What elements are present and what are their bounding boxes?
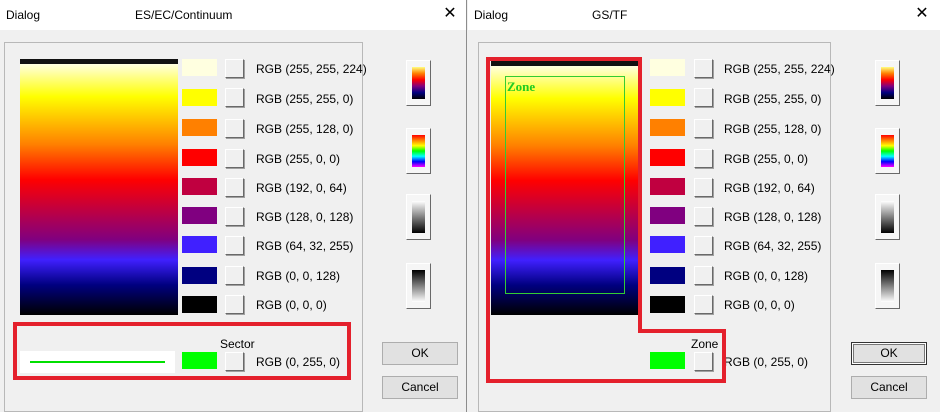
highlight-box bbox=[13, 322, 351, 380]
color-picker-button[interactable] bbox=[225, 149, 244, 168]
rgb-label: RGB (0, 0, 128) bbox=[256, 269, 341, 283]
color-swatch bbox=[182, 178, 217, 195]
rgb-label: RGB (192, 0, 64) bbox=[256, 181, 347, 195]
color-scale-preview bbox=[20, 59, 178, 315]
color-swatch bbox=[182, 267, 217, 284]
rgb-label: RGB (64, 32, 255) bbox=[256, 239, 354, 253]
rgb-label: RGB (255, 255, 0) bbox=[256, 92, 354, 106]
color-swatch bbox=[182, 59, 217, 76]
rgb-label: RGB (255, 0, 0) bbox=[256, 152, 341, 166]
ok-button[interactable]: OK bbox=[382, 342, 458, 365]
rgb-label: RGB (128, 0, 128) bbox=[256, 210, 354, 224]
color-picker-button[interactable] bbox=[225, 59, 244, 78]
dialog-es-ec-continuum: Dialog ES/EC/Continuum ✕ RGB (255, 255, … bbox=[0, 0, 467, 412]
title-bar: Dialog ES/EC/Continuum ✕ bbox=[0, 0, 466, 30]
color-swatch bbox=[182, 207, 217, 224]
color-swatch bbox=[182, 149, 217, 166]
color-picker-button[interactable] bbox=[225, 88, 244, 107]
cancel-button[interactable]: Cancel bbox=[382, 376, 458, 399]
color-picker-button[interactable] bbox=[225, 295, 244, 314]
dialog-gs-tf: Dialog GS/TF ✕ Zone RGB (255, 255, 224) … bbox=[468, 0, 940, 412]
dialog-title: ES/EC/Continuum bbox=[135, 8, 233, 22]
rgb-label: RGB (255, 255, 224) bbox=[256, 62, 367, 76]
color-swatch bbox=[182, 296, 217, 313]
rgb-label: RGB (255, 128, 0) bbox=[256, 122, 354, 136]
color-swatch bbox=[182, 89, 217, 106]
black-to-white-palette-icon[interactable] bbox=[406, 263, 431, 309]
window-label: Dialog bbox=[6, 8, 41, 22]
rainbow-palette-icon[interactable] bbox=[406, 128, 431, 174]
color-picker-button[interactable] bbox=[225, 266, 244, 285]
color-picker-button[interactable] bbox=[225, 178, 244, 197]
heat-palette-icon[interactable] bbox=[406, 60, 431, 106]
color-swatch bbox=[182, 236, 217, 253]
white-to-black-palette-icon[interactable] bbox=[406, 194, 431, 240]
color-swatch bbox=[182, 119, 217, 136]
color-picker-button[interactable] bbox=[225, 236, 244, 255]
rgb-label: RGB (0, 0, 0) bbox=[256, 298, 327, 312]
close-button[interactable]: ✕ bbox=[440, 5, 460, 25]
color-picker-button[interactable] bbox=[225, 207, 244, 226]
highlight-outline bbox=[486, 57, 726, 383]
color-picker-button[interactable] bbox=[225, 119, 244, 138]
